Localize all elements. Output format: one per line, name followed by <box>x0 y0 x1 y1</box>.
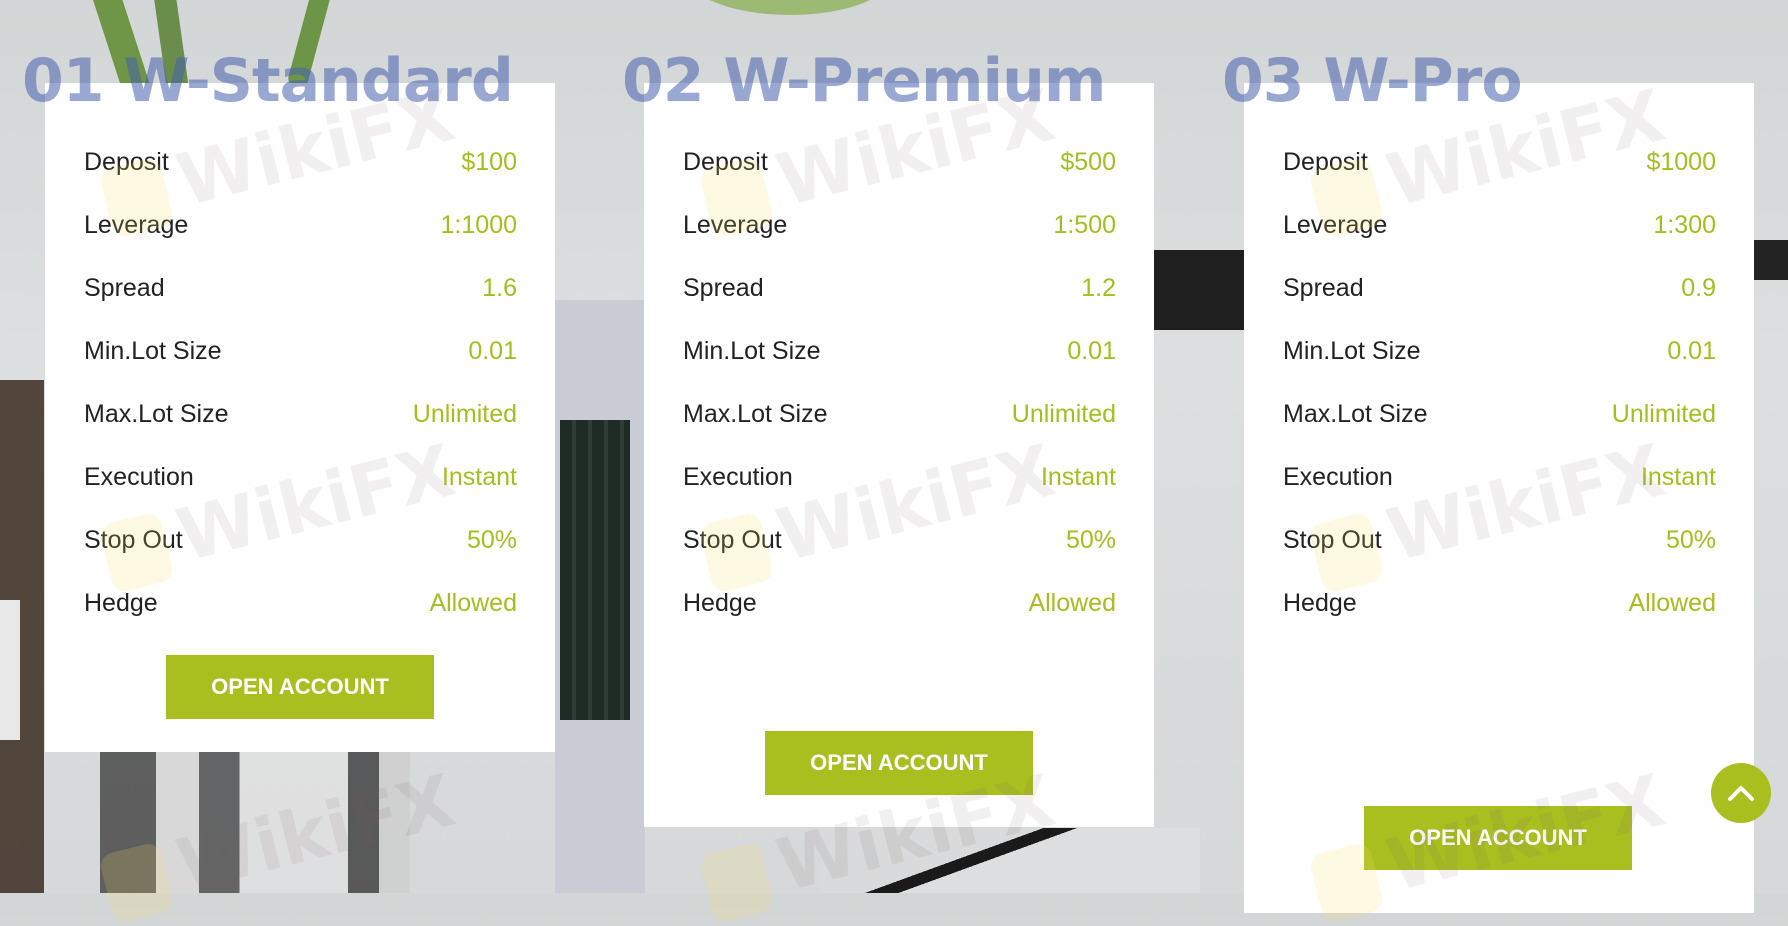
spec-label: Deposit <box>84 148 169 176</box>
spec-value: 0.9 <box>1681 274 1716 302</box>
laptop <box>820 828 1200 893</box>
spec-row: Stop Out 50% <box>45 509 555 572</box>
spec-row: Stop Out 50% <box>1244 509 1754 572</box>
spec-value: $100 <box>461 148 517 176</box>
spec-row: Max.Lot Size Unlimited <box>45 383 555 446</box>
open-account-button[interactable]: OPEN ACCOUNT <box>765 731 1033 795</box>
spec-label: Execution <box>683 463 793 491</box>
spec-value: 50% <box>466 526 517 554</box>
spec-row: Max.Lot Size Unlimited <box>1244 383 1754 446</box>
spec-row: Execution Instant <box>45 446 555 509</box>
spec-value: Allowed <box>429 589 517 617</box>
plan-specs: Deposit $1000 Leverage 1:300 Spread 0.9 Min… <box>1244 83 1754 635</box>
spec-value: 50% <box>1665 526 1716 554</box>
spec-value: 1:1000 <box>440 211 517 239</box>
spec-label: Deposit <box>683 148 768 176</box>
plan-card-premium: Deposit $500 Leverage 1:500 Spread 1.2 Min.… <box>644 83 1154 827</box>
spec-row: Leverage 1:1000 <box>45 194 555 257</box>
spec-label: Spread <box>683 274 764 302</box>
spec-label: Leverage <box>1283 211 1388 239</box>
scroll-to-top-button[interactable] <box>1711 763 1771 823</box>
spec-value: Unlimited <box>412 400 517 428</box>
spec-value: 0.01 <box>1667 337 1716 365</box>
spec-row: Spread 1.6 <box>45 257 555 320</box>
plan-specs: Deposit $100 Leverage 1:1000 Spread 1.6 Min… <box>45 83 555 635</box>
spec-row: Min.Lot Size 0.01 <box>1244 320 1754 383</box>
plan-card-pro: Deposit $1000 Leverage 1:300 Spread 0.9 Min… <box>1244 83 1754 913</box>
spec-value: 0.01 <box>1067 337 1116 365</box>
chevron-up-icon <box>1728 786 1754 801</box>
spec-row: Max.Lot Size Unlimited <box>644 383 1154 446</box>
spec-value: Allowed <box>1028 589 1116 617</box>
plan-card-standard: Deposit $100 Leverage 1:1000 Spread 1.6 Min… <box>45 83 555 752</box>
spec-label: Hedge <box>84 589 158 617</box>
spec-label: Min.Lot Size <box>683 337 821 365</box>
plan-title: 02 W-Premium <box>622 46 1106 116</box>
spec-label: Stop Out <box>84 526 183 554</box>
spec-value: Instant <box>1040 463 1116 491</box>
open-account-button[interactable]: OPEN ACCOUNT <box>1364 806 1632 870</box>
spec-row: Execution Instant <box>644 446 1154 509</box>
spec-row: Execution Instant <box>1244 446 1754 509</box>
spec-row: Hedge Allowed <box>45 572 555 635</box>
laptop <box>1753 240 1788 280</box>
spec-value: 1:500 <box>1053 211 1116 239</box>
spec-label: Execution <box>84 463 194 491</box>
spec-value: 1:300 <box>1653 211 1716 239</box>
spec-label: Spread <box>84 274 165 302</box>
spec-label: Stop Out <box>683 526 782 554</box>
spec-label: Min.Lot Size <box>84 337 222 365</box>
pencils <box>560 420 630 720</box>
plan-title: 03 W-Pro <box>1222 46 1523 116</box>
plan-title: 01 W-Standard <box>22 46 514 116</box>
spec-value: $1000 <box>1646 148 1716 176</box>
spec-label: Execution <box>1283 463 1393 491</box>
spec-value: Instant <box>1640 463 1716 491</box>
spec-label: Deposit <box>1283 148 1368 176</box>
books <box>100 752 410 893</box>
spec-value: Allowed <box>1628 589 1716 617</box>
spec-row: Stop Out 50% <box>644 509 1154 572</box>
spec-row: Min.Lot Size 0.01 <box>644 320 1154 383</box>
spec-label: Hedge <box>683 589 757 617</box>
spec-label: Leverage <box>683 211 788 239</box>
spec-value: $500 <box>1060 148 1116 176</box>
spec-value: 1.6 <box>482 274 517 302</box>
spec-row: Min.Lot Size 0.01 <box>45 320 555 383</box>
label <box>0 600 20 740</box>
spec-row: Spread 0.9 <box>1244 257 1754 320</box>
spec-label: Spread <box>1283 274 1364 302</box>
spec-value: 1.2 <box>1081 274 1116 302</box>
open-account-button[interactable]: OPEN ACCOUNT <box>166 655 434 719</box>
spec-label: Max.Lot Size <box>683 400 828 428</box>
spec-value: Unlimited <box>1611 400 1716 428</box>
spec-row: Hedge Allowed <box>644 572 1154 635</box>
spec-value: Instant <box>441 463 517 491</box>
spec-row: Spread 1.2 <box>644 257 1154 320</box>
laptop <box>1154 250 1244 330</box>
spec-row: Hedge Allowed <box>1244 572 1754 635</box>
spec-value: Unlimited <box>1011 400 1116 428</box>
spec-label: Max.Lot Size <box>84 400 229 428</box>
spec-label: Max.Lot Size <box>1283 400 1428 428</box>
spec-label: Leverage <box>84 211 189 239</box>
plant-leaf <box>690 0 890 15</box>
spec-row: Deposit $1000 <box>1244 131 1754 194</box>
spec-row: Deposit $100 <box>45 131 555 194</box>
spec-row: Leverage 1:500 <box>644 194 1154 257</box>
plan-specs: Deposit $500 Leverage 1:500 Spread 1.2 Min.… <box>644 83 1154 635</box>
spec-value: 0.01 <box>468 337 517 365</box>
spec-row: Leverage 1:300 <box>1244 194 1754 257</box>
spec-label: Stop Out <box>1283 526 1382 554</box>
spec-row: Deposit $500 <box>644 131 1154 194</box>
spec-value: 50% <box>1065 526 1116 554</box>
spec-label: Hedge <box>1283 589 1357 617</box>
spec-label: Min.Lot Size <box>1283 337 1421 365</box>
